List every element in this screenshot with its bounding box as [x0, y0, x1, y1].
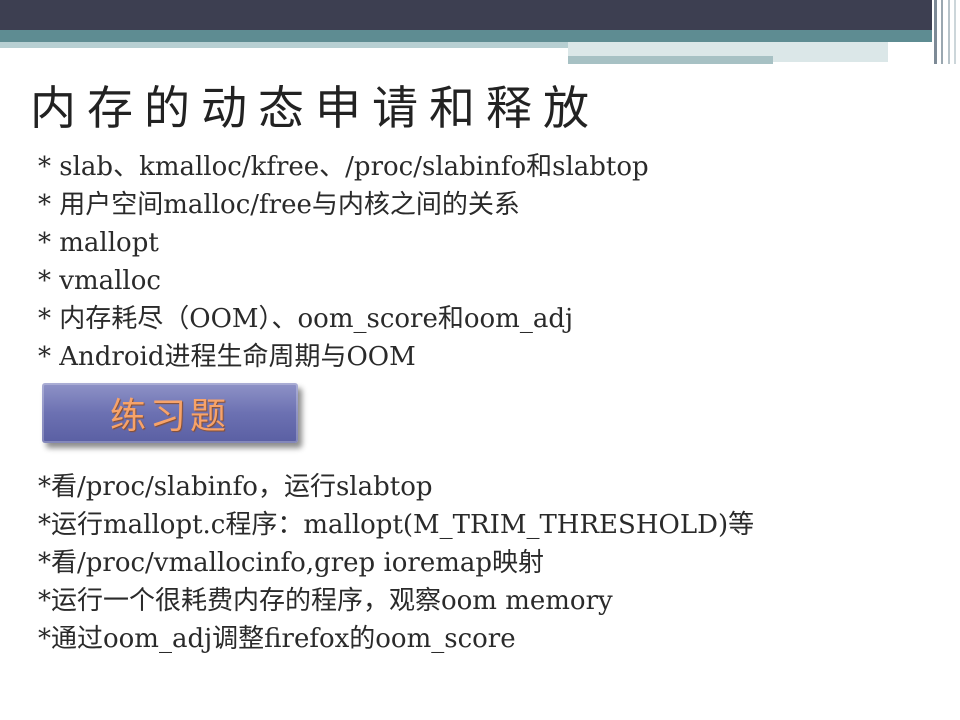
header-band-teal — [0, 30, 932, 42]
exercise-item: *运行一个很耗费内存的程序，观察oom memory — [38, 586, 613, 616]
topic-list: * slab、kmalloc/kfree、/proc/slabinfo和slab… — [38, 148, 649, 376]
topic-item: * Android进程生命周期与OOM — [38, 342, 416, 372]
header-vertical-line — [941, 0, 943, 64]
header-band-light — [0, 42, 568, 48]
topic-item: * 用户空间malloc/free与内核之间的关系 — [38, 190, 520, 220]
header-vertical-line — [954, 0, 956, 64]
exercise-item: *运行mallopt.c程序：mallopt(M_TRIM_THRESHOLD)… — [38, 510, 755, 540]
slide-title: 内存的动态申请和释放 — [30, 81, 600, 135]
exercise-badge: 练习题 — [42, 383, 298, 443]
header-vertical-line — [948, 0, 950, 64]
topic-item: * mallopt — [38, 228, 159, 258]
header-band-dark — [0, 0, 932, 30]
exercise-list: *看/proc/slabinfo，运行slabtop *运行mallopt.c程… — [38, 468, 754, 658]
topic-item: * vmalloc — [38, 266, 161, 296]
exercise-item: *通过oom_adj调整firefox的oom_score — [38, 624, 516, 654]
exercise-badge-label: 练习题 — [109, 396, 230, 437]
exercise-item: *看/proc/slabinfo，运行slabtop — [38, 472, 433, 502]
topic-item: * slab、kmalloc/kfree、/proc/slabinfo和slab… — [38, 152, 649, 182]
exercise-item: *看/proc/vmallocinfo,grep ioremap映射 — [38, 548, 545, 578]
header-band-stub-accent — [568, 56, 773, 64]
topic-item: * 内存耗尽（OOM）、oom_score和oom_adj — [38, 304, 574, 334]
header-vertical-line — [934, 0, 937, 64]
